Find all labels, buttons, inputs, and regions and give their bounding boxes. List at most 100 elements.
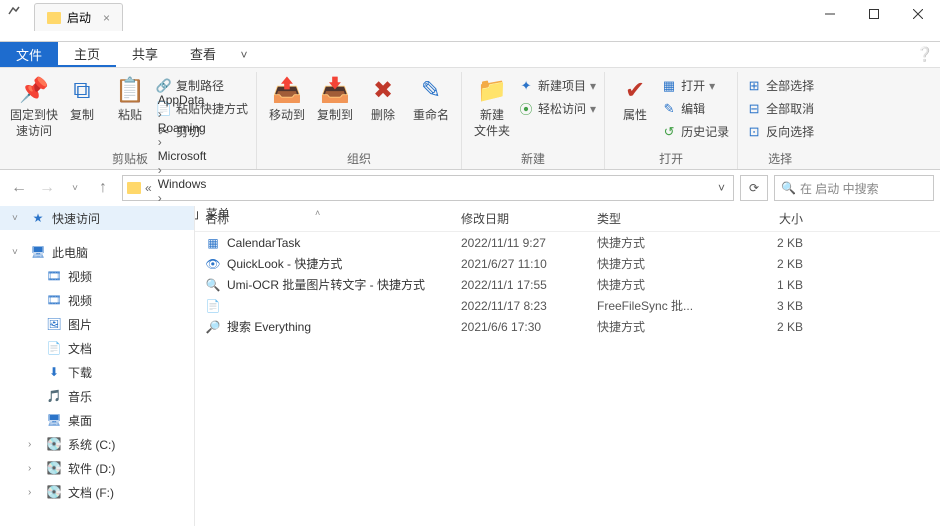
column-type[interactable]: 类型 <box>587 210 713 227</box>
ribbon-group-select: ⊞全部选择 ⊟全部取消 ⊡反向选择 选择 <box>738 72 822 169</box>
maximize-button[interactable] <box>852 0 896 28</box>
file-tab[interactable]: 文件 <box>0 42 58 67</box>
properties-qat-icon[interactable] <box>6 5 24 23</box>
open-button[interactable]: ▦打开▾ <box>659 76 731 95</box>
star-icon: ★ <box>30 210 46 226</box>
address-dropdown-icon[interactable]: ˅ <box>714 181 729 195</box>
edit-button[interactable]: ✎编辑 <box>659 99 731 118</box>
file-name: Umi-OCR 批量图片转文字 - 快捷方式 <box>227 276 425 293</box>
file-date: 2022/11/17 8:23 <box>451 299 587 313</box>
file-type: FreeFileSync 批... <box>587 297 713 314</box>
breadcrumb-item[interactable]: AppData <box>156 93 232 107</box>
file-date: 2021/6/27 11:10 <box>451 257 587 271</box>
home-tab[interactable]: 主页 <box>58 42 116 67</box>
breadcrumb-item[interactable]: Roaming <box>156 121 232 135</box>
window-tab[interactable]: 启动 × <box>34 3 123 31</box>
nav-back-button[interactable]: ← <box>6 175 32 201</box>
minimize-button[interactable] <box>808 0 852 28</box>
view-tab[interactable]: 查看 <box>174 42 232 67</box>
move-to-button[interactable]: 📤移动到 <box>263 72 311 124</box>
sidebar-quick-access[interactable]: ˅ ★ 快速访问 <box>0 206 194 230</box>
sidebar-item-label: 图片 <box>68 316 92 333</box>
paste-icon: 📋 <box>115 76 145 106</box>
paste-label: 粘贴 <box>118 108 142 124</box>
easy-access-button[interactable]: ⦿轻松访问▾ <box>516 99 598 118</box>
folder-icon <box>127 182 141 194</box>
nav-forward-button[interactable]: → <box>34 175 60 201</box>
file-size: 2 KB <box>713 320 803 334</box>
refresh-button[interactable]: ⟳ <box>740 175 768 201</box>
sidebar-item[interactable]: ⬇下载 <box>0 360 194 384</box>
window-controls <box>808 0 940 28</box>
share-tab[interactable]: 共享 <box>116 42 174 67</box>
close-tab-icon[interactable]: × <box>103 11 110 25</box>
help-icon[interactable]: ❔ <box>910 42 940 67</box>
rename-button[interactable]: ✎重命名 <box>407 72 455 124</box>
close-button[interactable] <box>896 0 940 28</box>
downloads-icon: ⬇ <box>46 364 62 380</box>
expand-icon[interactable]: › <box>28 439 31 450</box>
file-name: QuickLook - 快捷方式 <box>227 255 342 272</box>
select-none-button[interactable]: ⊟全部取消 <box>744 99 816 118</box>
file-row[interactable]: 📄2022/11/17 8:23FreeFileSync 批...3 KB <box>195 295 940 316</box>
sidebar-item[interactable]: 🎞视频 <box>0 288 194 312</box>
new-folder-button[interactable]: 📁新建 文件夹 <box>468 72 516 139</box>
column-name[interactable]: 名称˄ <box>195 210 451 227</box>
copy-path-icon: 🔗 <box>156 78 172 94</box>
sidebar-item[interactable]: 🎞视频 <box>0 264 194 288</box>
column-size[interactable]: 大小 <box>713 210 803 227</box>
breadcrumb-item[interactable]: Windows <box>156 177 232 191</box>
breadcrumb-item[interactable]: Microsoft <box>156 149 232 163</box>
nav-recent-button[interactable]: ˅ <box>62 175 88 201</box>
sidebar-item-label: 系统 (C:) <box>68 436 115 453</box>
file-row[interactable]: 🔎搜索 Everything2021/6/6 17:30快捷方式2 KB <box>195 316 940 337</box>
collapse-icon[interactable]: ˅ <box>12 213 18 224</box>
copy-button[interactable]: ⧉ 复制 <box>58 72 106 124</box>
chevron-right-icon[interactable]: › <box>156 163 164 177</box>
sidebar-item-label: 桌面 <box>68 412 92 429</box>
nav-up-button[interactable]: ↑ <box>90 175 116 201</box>
sidebar-item[interactable]: ›💽软件 (D:) <box>0 456 194 480</box>
file-row[interactable]: ▦CalendarTask2022/11/11 9:27快捷方式2 KB <box>195 232 940 253</box>
paste-button[interactable]: 📋 粘贴 <box>106 72 154 124</box>
column-date[interactable]: 修改日期 <box>451 210 587 227</box>
pin-to-quick-access-button[interactable]: 📌 固定到快 速访问 <box>10 72 58 139</box>
drive-icon: 💽 <box>46 436 62 452</box>
breadcrumb-bar[interactable]: « AppData›Roaming›Microsoft›Windows›「开始」… <box>122 175 734 201</box>
sidebar-item[interactable]: 🖥桌面 <box>0 408 194 432</box>
collapse-icon[interactable]: ˅ <box>12 247 18 258</box>
chevron-right-icon[interactable]: « <box>143 181 154 195</box>
delete-button[interactable]: ✖删除 <box>359 72 407 124</box>
new-item-button[interactable]: ✦新建项目▾ <box>516 76 598 95</box>
sidebar-item[interactable]: ›💽文档 (F:) <box>0 480 194 504</box>
invert-selection-button[interactable]: ⊡反向选择 <box>744 122 816 141</box>
open-icon: ▦ <box>661 78 677 94</box>
chevron-right-icon[interactable]: › <box>156 191 164 205</box>
search-input[interactable]: 🔍 在 启动 中搜索 <box>774 175 934 201</box>
sidebar-this-pc[interactable]: ˅ 🖥 此电脑 <box>0 240 194 264</box>
select-all-button[interactable]: ⊞全部选择 <box>744 76 816 95</box>
sidebar-item[interactable]: › 💽 系统 (C:) <box>0 432 194 456</box>
navigation-pane: ˅ ★ 快速访问 ˅ 🖥 此电脑 🎞视频🎞视频🖼图片📄文档⬇下载🎵音乐🖥桌面›💽… <box>0 206 195 526</box>
ribbon-collapse-icon[interactable]: ˅ <box>232 42 256 67</box>
address-bar: ← → ˅ ↑ « AppData›Roaming›Microsoft›Wind… <box>0 170 940 206</box>
file-size: 1 KB <box>713 278 803 292</box>
sidebar-item[interactable]: 🖼图片 <box>0 312 194 336</box>
properties-button[interactable]: ✔属性 <box>611 72 659 124</box>
pin-icon: 📌 <box>19 76 49 106</box>
file-icon: ▦ <box>205 235 221 251</box>
history-button[interactable]: ↺历史记录 <box>659 122 731 141</box>
sidebar-item[interactable]: 🎵音乐 <box>0 384 194 408</box>
ribbon: 📌 固定到快 速访问 ⧉ 复制 📋 粘贴 🔗复制路径 📄粘贴快捷方式 ✂剪切 剪… <box>0 68 940 170</box>
copy-label: 复制 <box>70 108 94 124</box>
chevron-right-icon[interactable]: › <box>156 135 164 149</box>
file-type: 快捷方式 <box>587 255 713 272</box>
chevron-right-icon[interactable]: › <box>156 107 164 121</box>
copy-to-button[interactable]: 📥复制到 <box>311 72 359 124</box>
new-item-icon: ✦ <box>518 78 534 94</box>
sidebar-item[interactable]: 📄文档 <box>0 336 194 360</box>
file-row[interactable]: 👁QuickLook - 快捷方式2021/6/27 11:10快捷方式2 KB <box>195 253 940 274</box>
file-row[interactable]: 🔍Umi-OCR 批量图片转文字 - 快捷方式2022/11/1 17:55快捷… <box>195 274 940 295</box>
expand-icon[interactable]: › <box>28 463 31 474</box>
expand-icon[interactable]: › <box>28 487 31 498</box>
